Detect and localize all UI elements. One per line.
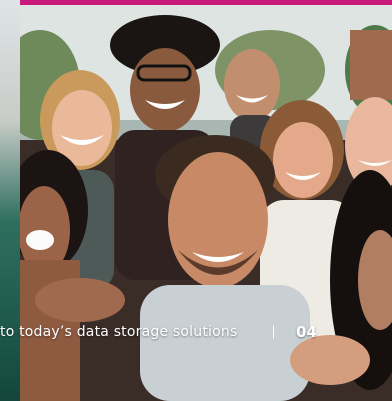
footer-separator bbox=[273, 325, 274, 339]
page: to today’s data storage solutions 04 bbox=[0, 0, 392, 401]
footer-title: to today’s data storage solutions bbox=[0, 324, 238, 340]
page-number: 04 bbox=[296, 323, 317, 341]
accent-top-bar bbox=[20, 0, 392, 5]
page-footer: to today’s data storage solutions 04 bbox=[0, 318, 392, 346]
